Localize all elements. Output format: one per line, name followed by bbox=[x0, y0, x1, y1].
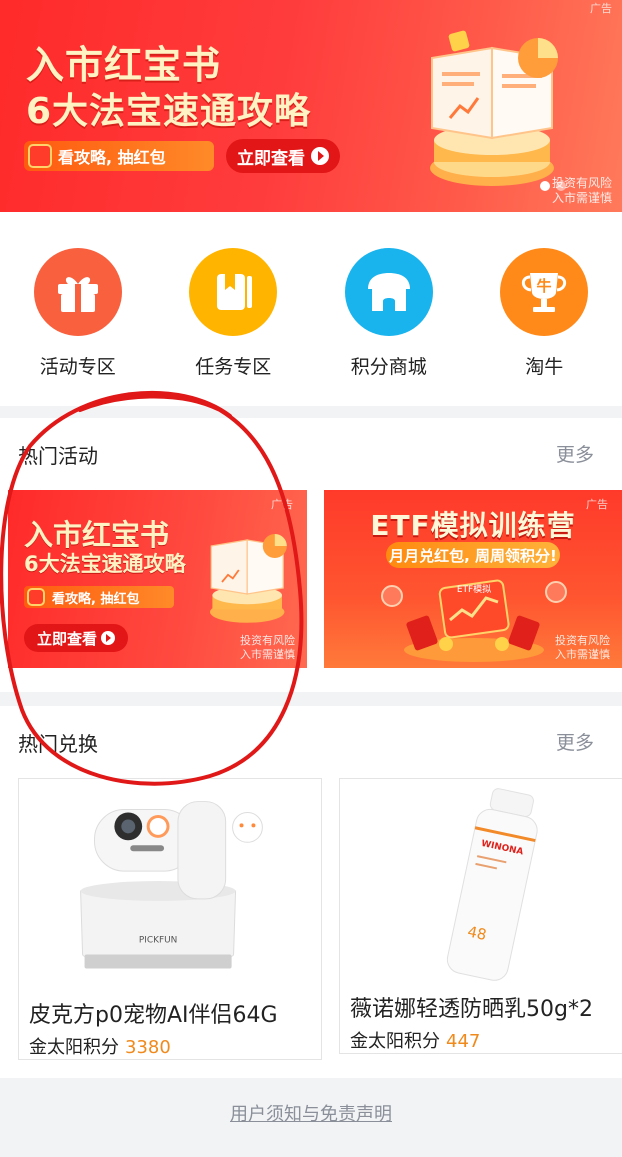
view-now-button[interactable]: 立即查看 bbox=[226, 139, 340, 173]
product-card-sunscreen[interactable]: WINONA 48 薇诺娜轻透防晒乳50g*2 金太阳积分 447 bbox=[339, 778, 622, 1054]
hot-exchange-title: 热门兑换 bbox=[18, 732, 98, 756]
book-icon bbox=[189, 248, 278, 336]
quick-link-taoniu[interactable]: 牛 淘牛 bbox=[467, 212, 622, 406]
carousel-dot-active[interactable] bbox=[540, 181, 550, 191]
disclaimer-link[interactable]: 用户须知与免责声明 bbox=[230, 1100, 392, 1157]
risk-warning: 投资有风险 入市需谨慎 bbox=[555, 634, 610, 662]
quick-link-activity-zone[interactable]: 活动专区 bbox=[0, 212, 156, 406]
product-card-pet-camera[interactable]: PICKFUN 皮克方p0宠物AI伴侣64G 金太阳积分 3380 bbox=[18, 778, 322, 1060]
etf-badge: ETF模拟 bbox=[457, 583, 491, 595]
points-value: 447 bbox=[446, 1031, 481, 1052]
quick-link-task-zone[interactable]: 任务专区 bbox=[156, 212, 312, 406]
hot-activities-title: 热门活动 bbox=[18, 444, 98, 468]
banner-title-line2: 6大法宝速通攻略 bbox=[26, 91, 312, 132]
hot-exchange-more-link[interactable]: 更多 bbox=[556, 728, 594, 755]
product-brand: PICKFUN bbox=[139, 936, 178, 946]
promo-pill-label: 看攻略, 抽红包 bbox=[58, 148, 166, 167]
points-label: 金太阳积分 bbox=[29, 1037, 119, 1058]
product-name: 薇诺娜轻透防晒乳50g*2 bbox=[350, 997, 593, 1022]
trophy-char: 牛 bbox=[537, 277, 552, 295]
view-now-button[interactable]: 立即查看 bbox=[24, 624, 128, 652]
promo-pill-label: 看攻略, 抽红包 bbox=[52, 591, 140, 607]
carousel-dots bbox=[540, 181, 566, 191]
product-image-sunscreen: WINONA 48 bbox=[340, 781, 622, 991]
view-now-label: 立即查看 bbox=[36, 629, 97, 648]
product-price: 金太阳积分 3380 bbox=[29, 1033, 171, 1059]
hot-activities-more-link[interactable]: 更多 bbox=[556, 440, 594, 467]
activity-card-red-book[interactable]: 广告 入市红宝书 6大法宝速通攻略 看攻略, 抽红包 立即查看 投资有风险 入市… bbox=[8, 490, 307, 668]
card-title-line2: 6大法宝速通攻略 bbox=[24, 552, 186, 576]
red-envelope-icon bbox=[27, 588, 45, 606]
quick-links-grid: 活动专区 任务专区 积分商城 牛 淘牛 bbox=[0, 212, 622, 406]
arrow-right-icon bbox=[101, 631, 115, 645]
quick-link-label: 淘牛 bbox=[525, 356, 564, 378]
product-image-pet-camera: PICKFUN bbox=[19, 779, 321, 993]
product-name: 皮克方p0宠物AI伴侣64G bbox=[29, 1003, 278, 1028]
red-envelope-icon bbox=[28, 144, 52, 168]
quick-link-label: 积分商城 bbox=[350, 356, 427, 378]
risk-warning: 投资有风险 入市需谨慎 bbox=[240, 634, 295, 662]
store-icon bbox=[344, 248, 433, 336]
risk-line2: 入市需谨慎 bbox=[240, 648, 295, 661]
section-divider bbox=[0, 406, 622, 418]
trophy-icon: 牛 bbox=[500, 248, 589, 336]
book-illustration bbox=[210, 534, 287, 623]
card-subtitle: 月月兑红包, 周周领积分! bbox=[386, 542, 560, 568]
quick-link-points-store[interactable]: 积分商城 bbox=[311, 212, 467, 406]
activity-card-etf-camp[interactable]: 广告 ETF模拟训练营 月月兑红包, 周周领积分! ETF模拟 投资有风险 入市… bbox=[324, 490, 622, 668]
points-label: 金太阳积分 bbox=[350, 1031, 440, 1052]
banner-title-line1: 入市红宝书 bbox=[26, 43, 222, 87]
carousel-dot[interactable] bbox=[556, 181, 566, 191]
view-now-label: 立即查看 bbox=[237, 148, 305, 169]
ad-tag: 广告 bbox=[271, 498, 293, 511]
promo-pill: 看攻略, 抽红包 bbox=[24, 586, 174, 608]
footer: 用户须知与免责声明 bbox=[0, 1078, 622, 1157]
gift-icon bbox=[33, 248, 122, 336]
card-title: ETF模拟训练营 bbox=[370, 509, 576, 542]
quick-link-label: 活动专区 bbox=[39, 356, 116, 378]
risk-line1: 投资有风险 bbox=[555, 634, 610, 647]
risk-line2: 入市需谨慎 bbox=[551, 191, 612, 205]
top-ad-banner[interactable]: 广告 入市红宝书 6大法宝速通攻略 看攻略, 抽红包 立即查看 投资有风险 入市… bbox=[0, 0, 622, 212]
book-illustration bbox=[430, 30, 558, 186]
product-price: 金太阳积分 447 bbox=[350, 1027, 480, 1053]
points-value: 3380 bbox=[125, 1037, 171, 1058]
risk-line2: 入市需谨慎 bbox=[555, 648, 610, 661]
spf-value: 48 bbox=[466, 922, 488, 944]
ad-tag: 广告 bbox=[590, 2, 612, 15]
risk-line1: 投资有风险 bbox=[240, 634, 295, 647]
section-divider bbox=[0, 692, 622, 706]
arrow-right-icon bbox=[311, 147, 329, 165]
promo-pill[interactable]: 看攻略, 抽红包 bbox=[24, 141, 214, 171]
etf-illustration: ETF模拟 bbox=[381, 579, 567, 662]
quick-link-label: 任务专区 bbox=[195, 356, 272, 378]
